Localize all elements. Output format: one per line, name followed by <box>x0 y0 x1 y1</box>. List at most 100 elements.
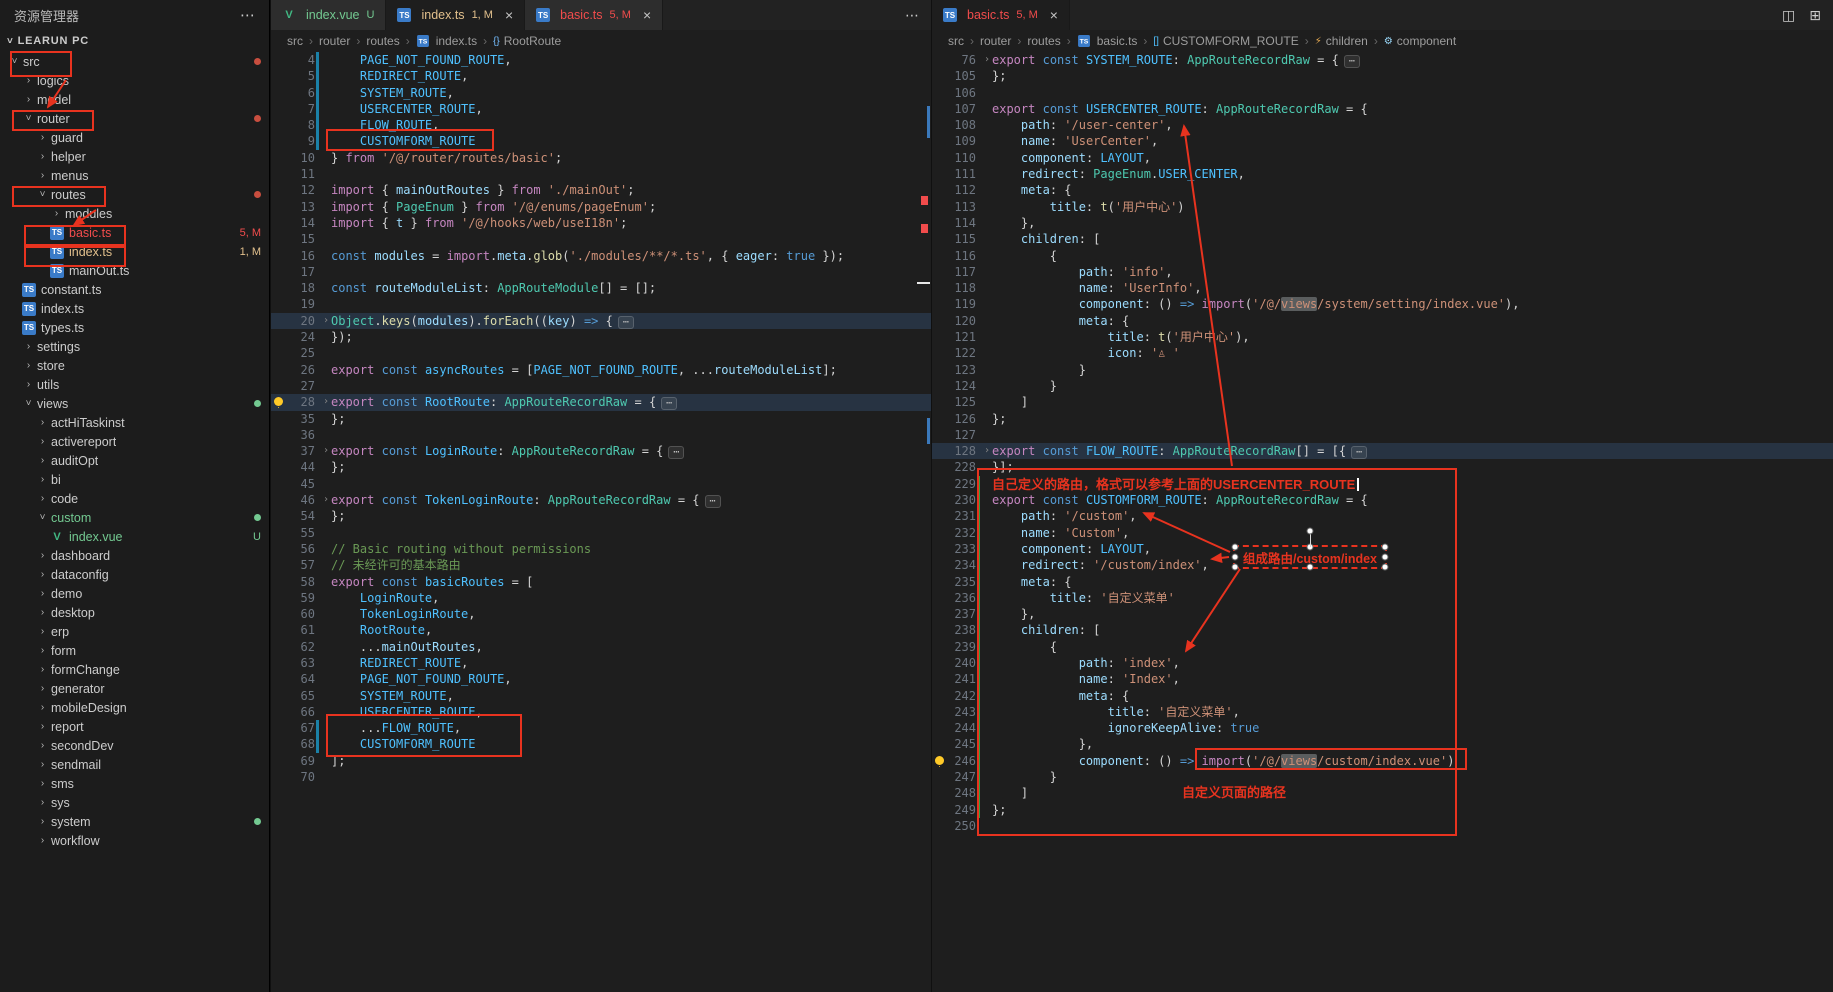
editor-group-right: TSbasic.ts5, M× ◫⊞ src›router›routes›TSb… <box>931 0 1833 992</box>
tab-basic.ts[interactable]: TSbasic.ts5, M× <box>525 0 663 30</box>
breadcrumb-CUSTOMFORM_ROUTE[interactable]: []CUSTOMFORM_ROUTE <box>1153 34 1298 48</box>
tree-item-types.ts[interactable]: TStypes.ts <box>0 318 269 337</box>
tree-item-helper[interactable]: ›helper <box>0 147 269 166</box>
close-icon[interactable]: × <box>505 8 513 22</box>
annotation-label-box[interactable]: 组成路由/custom/index <box>1233 545 1387 569</box>
tree-item-workflow[interactable]: ›workflow <box>0 831 269 850</box>
breadcrumb-basic.ts[interactable]: TSbasic.ts <box>1077 34 1138 48</box>
tree-item-system[interactable]: ›system <box>0 812 269 831</box>
glyph-margin <box>932 753 946 769</box>
tree-item-activereport[interactable]: ›activereport <box>0 432 269 451</box>
rotation-handle[interactable] <box>1307 528 1314 535</box>
tree-item-auditOpt[interactable]: ›auditOpt <box>0 451 269 470</box>
fold-chevron-icon[interactable]: › <box>982 52 992 68</box>
breadcrumb-routes[interactable]: routes <box>1027 34 1060 48</box>
tree-item-modules[interactable]: ›modules <box>0 204 269 223</box>
fold-gutter <box>982 704 992 720</box>
tree-item-routes[interactable]: ˅routes <box>0 185 269 204</box>
tree-item-mainOut.ts[interactable]: TSmainOut.ts <box>0 261 269 280</box>
tree-item-demo[interactable]: ›demo <box>0 584 269 603</box>
selection-handle[interactable] <box>1382 554 1389 561</box>
fold-chevron-icon[interactable]: › <box>321 394 331 410</box>
lightbulb-icon[interactable] <box>274 397 283 406</box>
tree-item-generator[interactable]: ›generator <box>0 679 269 698</box>
selection-handle[interactable] <box>1307 564 1314 571</box>
code-text: RootRoute, <box>331 622 432 638</box>
explorer-sidebar: 资源管理器 ⋯ ˅ LEARUN PC ˅src›logics›model˅ro… <box>0 0 270 992</box>
code-text: component: LAYOUT, <box>992 541 1151 557</box>
editor-code-area[interactable]: 76›export const SYSTEM_ROUTE: AppRouteRe… <box>932 52 1833 834</box>
fold-chevron-icon[interactable]: › <box>321 313 331 329</box>
breadcrumb-component[interactable]: ⚙component <box>1384 34 1456 48</box>
fold-chevron-icon[interactable]: › <box>321 492 331 508</box>
tree-item-custom[interactable]: ˅custom <box>0 508 269 527</box>
tree-item-sys[interactable]: ›sys <box>0 793 269 812</box>
selection-handle[interactable] <box>1232 564 1239 571</box>
ts-file-icon: TS <box>50 264 64 278</box>
tree-item-dataconfig[interactable]: ›dataconfig <box>0 565 269 584</box>
code-line: 25 <box>271 345 931 361</box>
more-actions-icon[interactable]: ⋯ <box>905 7 919 24</box>
tree-item-views[interactable]: ˅views <box>0 394 269 413</box>
explorer-more-actions-icon[interactable]: ⋯ <box>240 6 255 24</box>
tree-item-index.ts[interactable]: TSindex.ts1, M <box>0 242 269 261</box>
tree-item-desktop[interactable]: ›desktop <box>0 603 269 622</box>
tree-item-index.ts[interactable]: TSindex.ts <box>0 299 269 318</box>
tab-basic.ts[interactable]: TSbasic.ts5, M× <box>932 0 1070 30</box>
workspace-section-header[interactable]: ˅ LEARUN PC <box>0 30 269 52</box>
tree-item-store[interactable]: ›store <box>0 356 269 375</box>
fold-gutter <box>982 378 992 394</box>
chevron-right-icon: › <box>22 94 35 105</box>
tree-item-index.vue[interactable]: Vindex.vueU <box>0 527 269 546</box>
selection-handle[interactable] <box>1232 544 1239 551</box>
fold-gutter <box>982 133 992 149</box>
line-number: 113 <box>946 199 976 215</box>
breadcrumb-RootRoute[interactable]: {}RootRoute <box>493 34 561 48</box>
breadcrumb-router[interactable]: router <box>319 34 350 48</box>
tree-item-sendmail[interactable]: ›sendmail <box>0 755 269 774</box>
tree-item-erp[interactable]: ›erp <box>0 622 269 641</box>
tree-item-dashboard[interactable]: ›dashboard <box>0 546 269 565</box>
tree-item-constant.ts[interactable]: TSconstant.ts <box>0 280 269 299</box>
tree-item-basic.ts[interactable]: TSbasic.ts5, M <box>0 223 269 242</box>
code-text: component: LAYOUT, <box>992 150 1151 166</box>
glyph-margin <box>271 476 285 492</box>
selection-handle[interactable] <box>1382 544 1389 551</box>
tree-item-settings[interactable]: ›settings <box>0 337 269 356</box>
split-editor-icon[interactable]: ◫ <box>1782 7 1795 24</box>
breadcrumb-src[interactable]: src <box>948 34 964 48</box>
tree-item-src[interactable]: ˅src <box>0 52 269 71</box>
editor-layout-icon[interactable]: ⊞ <box>1809 7 1821 24</box>
tree-item-mobileDesign[interactable]: ›mobileDesign <box>0 698 269 717</box>
tree-item-report[interactable]: ›report <box>0 717 269 736</box>
tree-item-form[interactable]: ›form <box>0 641 269 660</box>
tree-item-model[interactable]: ›model <box>0 90 269 109</box>
tree-item-formChange[interactable]: ›formChange <box>0 660 269 679</box>
tree-item-actHiTaskinst[interactable]: ›actHiTaskinst <box>0 413 269 432</box>
editor-code-area[interactable]: 4 PAGE_NOT_FOUND_ROUTE,5 REDIRECT_ROUTE,… <box>271 52 931 785</box>
fold-chevron-icon[interactable]: › <box>982 443 992 459</box>
breadcrumb-router[interactable]: router <box>980 34 1011 48</box>
breadcrumb-src[interactable]: src <box>287 34 303 48</box>
close-icon[interactable]: × <box>1050 8 1058 22</box>
tree-item-utils[interactable]: ›utils <box>0 375 269 394</box>
tree-item-guard[interactable]: ›guard <box>0 128 269 147</box>
selection-handle[interactable] <box>1232 554 1239 561</box>
fold-chevron-icon[interactable]: › <box>321 443 331 459</box>
tree-item-bi[interactable]: ›bi <box>0 470 269 489</box>
breadcrumb-children[interactable]: ⚡children <box>1315 34 1368 48</box>
lightbulb-icon[interactable] <box>935 756 944 765</box>
tree-item-secondDev[interactable]: ›secondDev <box>0 736 269 755</box>
tab-index.ts[interactable]: TSindex.ts1, M× <box>386 0 525 30</box>
selection-handle[interactable] <box>1382 564 1389 571</box>
tree-item-router[interactable]: ˅router <box>0 109 269 128</box>
breadcrumb-index.ts[interactable]: TSindex.ts <box>416 34 477 48</box>
tab-index.vue[interactable]: Vindex.vueU <box>271 0 386 30</box>
close-icon[interactable]: × <box>643 8 651 22</box>
line-number: 237 <box>946 606 976 622</box>
breadcrumb-routes[interactable]: routes <box>366 34 399 48</box>
tree-item-logics[interactable]: ›logics <box>0 71 269 90</box>
tree-item-code[interactable]: ›code <box>0 489 269 508</box>
tree-item-sms[interactable]: ›sms <box>0 774 269 793</box>
tree-item-menus[interactable]: ›menus <box>0 166 269 185</box>
